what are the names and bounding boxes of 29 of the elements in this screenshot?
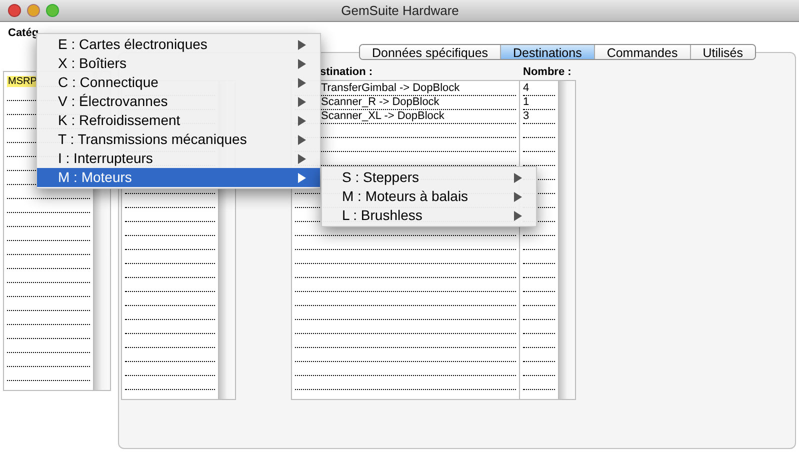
menu-item[interactable]: K : Refroidissement (37, 111, 320, 130)
table-cell-text: 4 (523, 81, 530, 96)
table-cell-text: 3 (523, 109, 530, 124)
table-cell-text: Scanner_XL -> DopBlock (321, 109, 444, 124)
menu-item[interactable]: C : Connectique (37, 73, 320, 92)
tab[interactable]: Commandes (594, 45, 690, 59)
scrollbar-track[interactable] (558, 81, 575, 399)
table-cell-text: TransferGimbal -> DopBlock (321, 81, 460, 96)
column-header: Nombre : (522, 64, 572, 80)
menu-item[interactable]: V : Électrovannes (37, 92, 320, 111)
table-cell-text: 1 (523, 95, 530, 110)
column-header: stination : (319, 64, 374, 80)
table-cell-text: Scanner_R -> DopBlock (321, 95, 440, 110)
menu-item[interactable]: M : Moteurs (37, 168, 320, 187)
close-button[interactable] (8, 4, 21, 17)
minimize-button[interactable] (27, 4, 40, 17)
tab[interactable]: Utilisés (690, 45, 755, 59)
window-title: GemSuite Hardware (340, 2, 460, 20)
category-label: Catég (8, 26, 39, 41)
menu-item[interactable]: L : Brushless (322, 206, 536, 225)
tab[interactable]: Destinations (500, 45, 594, 59)
menu-item[interactable]: X : Boîtiers (37, 54, 320, 73)
menu-item[interactable]: E : Cartes électroniques (37, 35, 320, 54)
menu-item[interactable]: T : Transmissions mécaniques (37, 130, 320, 149)
list-item[interactable]: MSRP (7, 76, 38, 87)
menu-item[interactable]: I : Interrupteurs (37, 149, 320, 168)
menu-item[interactable]: M : Moteurs à balais (322, 187, 536, 206)
tab[interactable]: Données spécifiques (360, 45, 500, 59)
menu-item[interactable]: S : Steppers (322, 168, 536, 187)
